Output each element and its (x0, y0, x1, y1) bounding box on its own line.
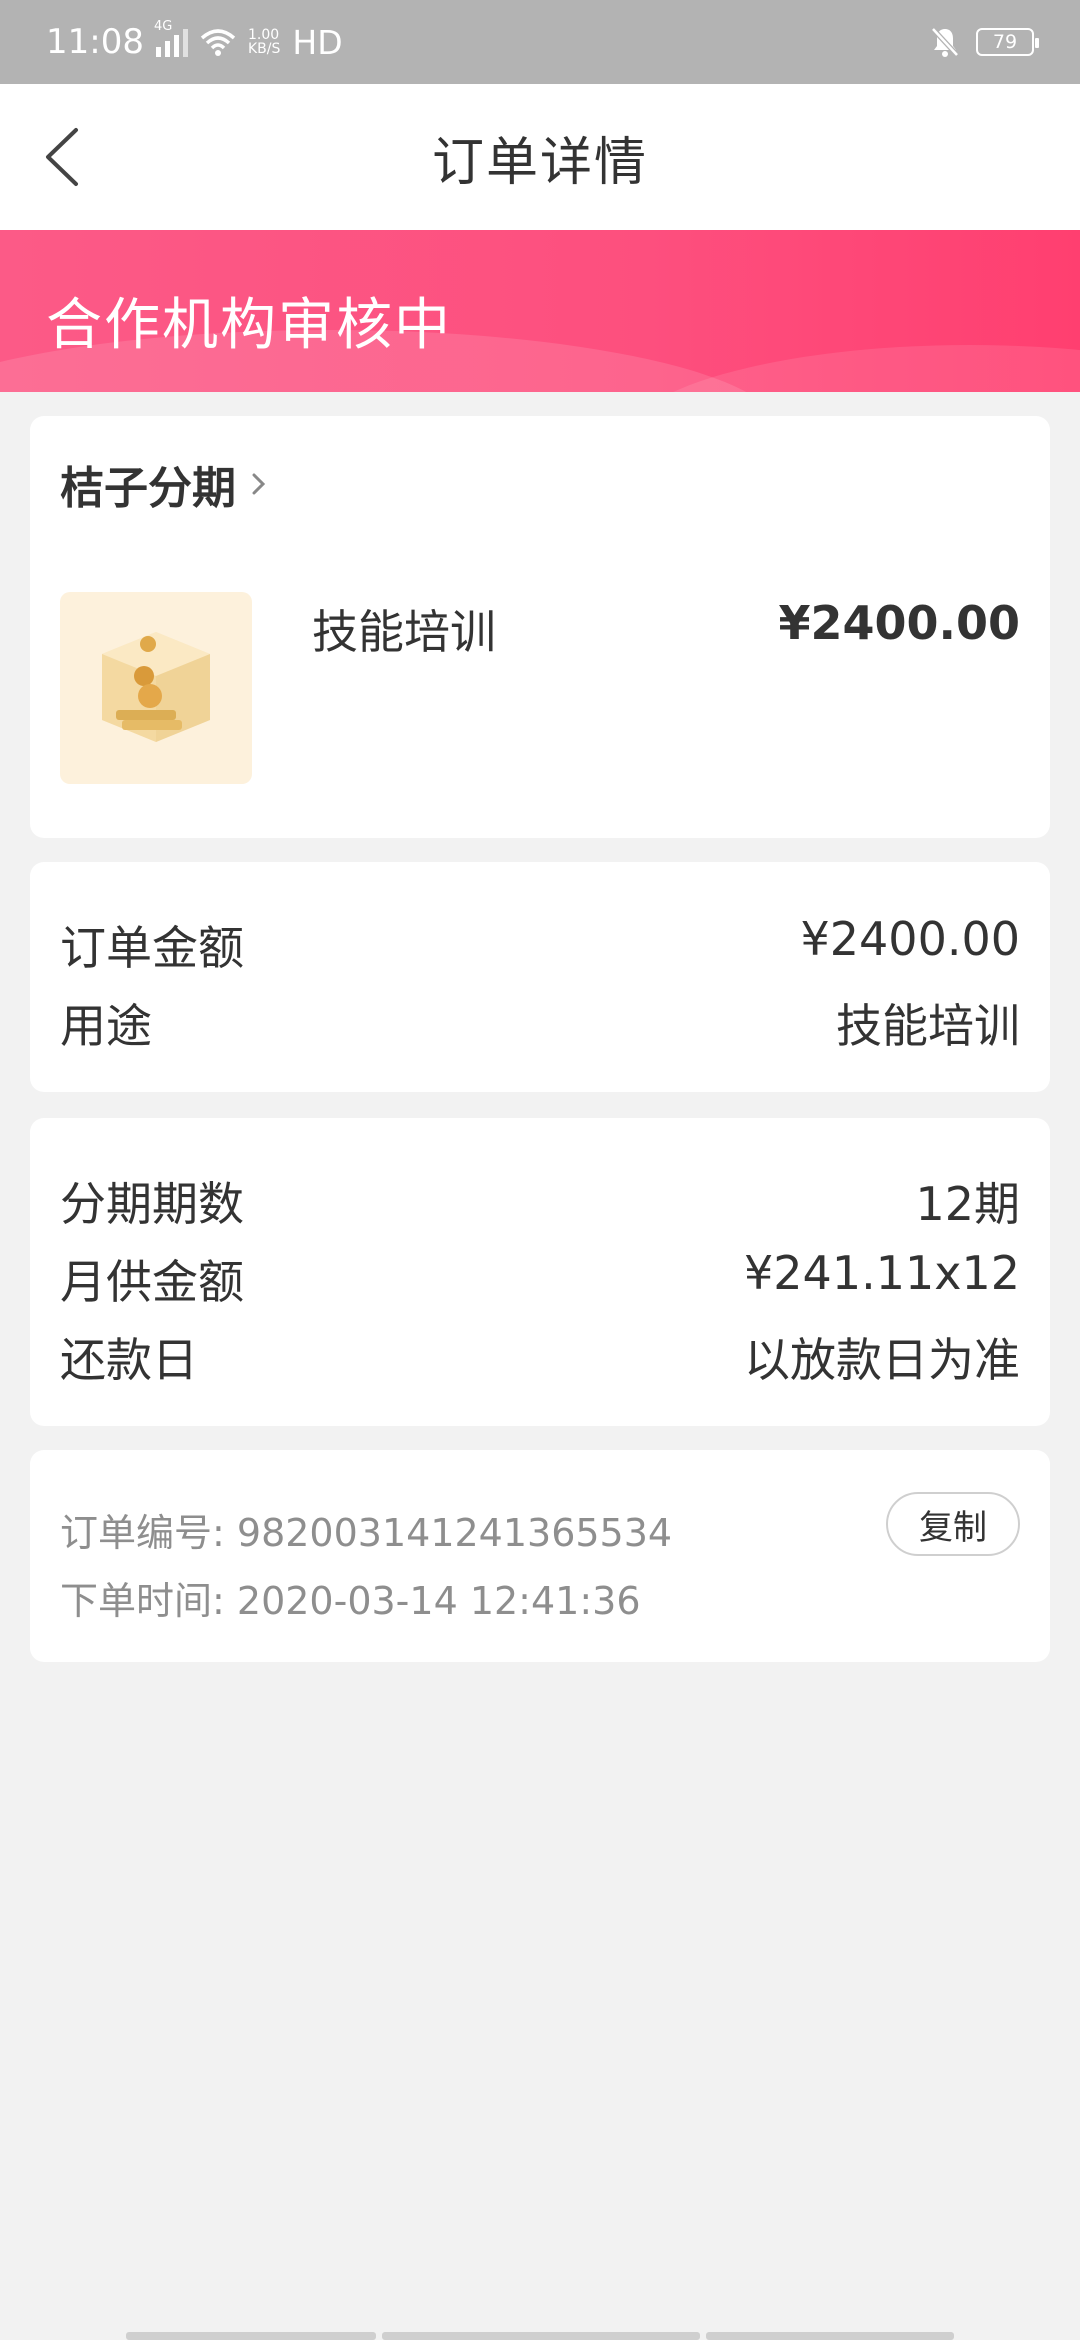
periods-row: 分期期数 12期 (60, 1168, 1020, 1234)
product-name: 技能培训 (312, 605, 496, 659)
order-amount-row: 订单金额 ¥2400.00 (60, 912, 1020, 978)
order-number-value: 982003141241365534 (236, 1511, 673, 1555)
back-arrow-icon[interactable] (38, 124, 98, 190)
page-title: 订单详情 (431, 132, 648, 193)
order-time: 下单时间: 2020-03-14 12:41:36 (60, 1570, 641, 1625)
purpose-value: 技能培训 (836, 999, 1020, 1053)
product-card: 桔子分期 技能培训 ¥2400.00 (30, 416, 1050, 838)
order-status-text: 合作机构审核中 (46, 293, 452, 358)
chevron-right-icon (252, 473, 266, 495)
monthly-payment-row: 月供金额 ¥241.11x12 (60, 1246, 1020, 1312)
periods-value: 12期 (915, 1177, 1020, 1231)
order-meta-card: 订单编号: 982003141241365534 下单时间: 2020-03-1… (30, 1450, 1050, 1662)
cellular-signal-icon: 4G (154, 19, 188, 57)
battery-level: 79 (992, 31, 1018, 53)
coin-box-icon (102, 632, 210, 742)
product-thumbnail (60, 592, 252, 784)
nav-gesture-bar (126, 2332, 376, 2340)
installment-card: 分期期数 12期 月供金额 ¥241.11x12 还款日 以放款日为准 (30, 1118, 1050, 1426)
order-amount-label: 订单金额 (60, 921, 244, 975)
order-amount-card: 订单金额 ¥2400.00 用途 技能培训 (30, 862, 1050, 1092)
copy-order-number-button[interactable]: 复制 (886, 1492, 1020, 1556)
product-price: ¥2400.00 (778, 596, 1020, 650)
network-type: 4G (153, 19, 173, 34)
nav-header: 订单详情 (0, 84, 1080, 230)
order-number-label: 订单编号: (60, 1511, 225, 1555)
monthly-payment-value: ¥241.11x12 (744, 1246, 1020, 1300)
nav-gesture-bar (382, 2332, 700, 2340)
battery-icon: 79 (976, 28, 1039, 56)
periods-label: 分期期数 (60, 1177, 244, 1231)
bell-muted-icon (931, 27, 959, 57)
monthly-payment-label: 月供金额 (60, 1255, 244, 1309)
net-speed-value: 1.00 (247, 27, 280, 43)
status-left: 11:08 4G 1.00 KB/S HD (46, 19, 343, 62)
status-banner: 合作机构审核中 (0, 230, 1080, 392)
repayment-day-value: 以放款日为准 (744, 1333, 1020, 1387)
order-number: 订单编号: 982003141241365534 (60, 1502, 672, 1557)
order-time-value: 2020-03-14 12:41:36 (236, 1579, 641, 1623)
purpose-row: 用途 技能培训 (60, 990, 1020, 1056)
hd-label: HD (292, 22, 343, 62)
net-speed-unit: KB/S (247, 41, 281, 57)
order-time-label: 下单时间: (60, 1579, 225, 1623)
repayment-day-row: 还款日 以放款日为准 (60, 1324, 1020, 1390)
wifi-icon (200, 29, 236, 56)
repayment-day-label: 还款日 (60, 1333, 198, 1387)
status-time: 11:08 (46, 22, 144, 62)
status-bar: 11:08 4G 1.00 KB/S HD 79 (0, 0, 1080, 84)
nav-gesture-bar (706, 2332, 954, 2340)
banner-wave-decoration (620, 345, 1080, 392)
purpose-label: 用途 (60, 999, 152, 1053)
provider-name: 桔子分期 (60, 463, 236, 514)
net-speed: 1.00 KB/S (248, 28, 280, 56)
provider-link[interactable]: 桔子分期 (60, 452, 268, 516)
status-right: 79 (930, 26, 1039, 58)
order-amount-value: ¥2400.00 (800, 912, 1021, 966)
